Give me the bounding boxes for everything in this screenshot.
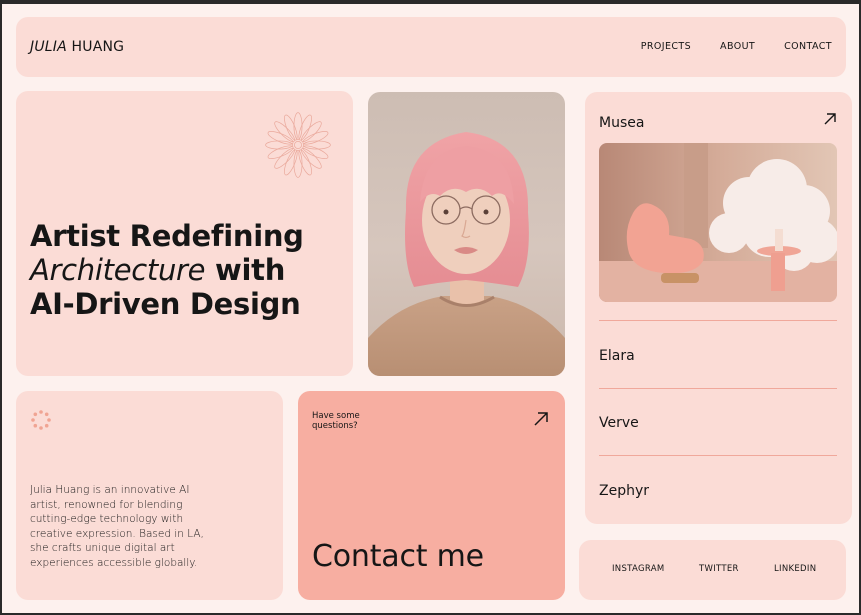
divider — [599, 455, 837, 456]
divider — [599, 388, 837, 389]
contact-heading: Contact me — [312, 539, 484, 574]
hero-card: Artist Redefining Architecture with AI-D… — [16, 91, 353, 376]
arrow-up-right-icon[interactable] — [823, 112, 837, 126]
contact-card[interactable]: Have some questions? Contact me — [298, 391, 565, 600]
nav-contact[interactable]: CONTACT — [784, 41, 832, 52]
social-link-instagram[interactable]: INSTAGRAM — [612, 564, 664, 574]
featured-project-title: Musea — [599, 115, 645, 131]
contact-question: Have some questions? — [312, 411, 360, 431]
arrow-up-right-icon[interactable] — [533, 411, 549, 427]
social-link-linkedin[interactable]: LINKEDIN — [774, 564, 816, 574]
dotted-circle-icon — [31, 410, 51, 430]
main-nav: PROJECTS ABOUT CONTACT — [641, 41, 832, 52]
headline-italic-word: Architecture — [30, 253, 206, 287]
flower-icon — [265, 112, 331, 178]
project-item-zephyr[interactable]: Zephyr — [599, 483, 649, 499]
bio-text: Julia Huang is an innovative AI artist, … — [30, 484, 204, 569]
headline-line-2: Architecture with — [30, 253, 304, 287]
project-item-elara[interactable]: Elara — [599, 348, 635, 364]
logo[interactable]: JULIA HUANG — [30, 39, 124, 55]
interior-illustration — [599, 143, 837, 302]
bio-card: Julia Huang is an innovative AI artist, … — [16, 391, 283, 600]
projects-card: Musea Elara Verve Zephyr — [585, 92, 852, 524]
headline-line-1: Artist Redefining — [30, 219, 304, 253]
portrait-illustration — [368, 132, 565, 376]
logo-last-name: HUANG — [71, 39, 125, 55]
social-links-card: INSTAGRAM TWITTER LINKEDIN — [579, 540, 846, 600]
featured-project-header[interactable]: Musea — [599, 112, 837, 132]
portrait-photo — [368, 92, 565, 376]
page: JULIA HUANG PROJECTS ABOUT CONTACT Artis… — [2, 4, 859, 613]
project-item-verve[interactable]: Verve — [599, 415, 639, 431]
logo-first-name: JULIA — [30, 39, 67, 55]
divider — [599, 320, 837, 321]
social-link-twitter[interactable]: TWITTER — [699, 564, 739, 574]
featured-project-image[interactable] — [599, 143, 837, 302]
nav-projects[interactable]: PROJECTS — [641, 41, 691, 52]
nav-about[interactable]: ABOUT — [720, 41, 755, 52]
headline-line-3: AI-Driven Design — [30, 287, 301, 321]
site-header: JULIA HUANG PROJECTS ABOUT CONTACT — [16, 17, 846, 77]
hero-headline: Artist Redefining Architecture with AI-D… — [30, 219, 304, 321]
headline-line-2-rest: with — [205, 253, 286, 287]
